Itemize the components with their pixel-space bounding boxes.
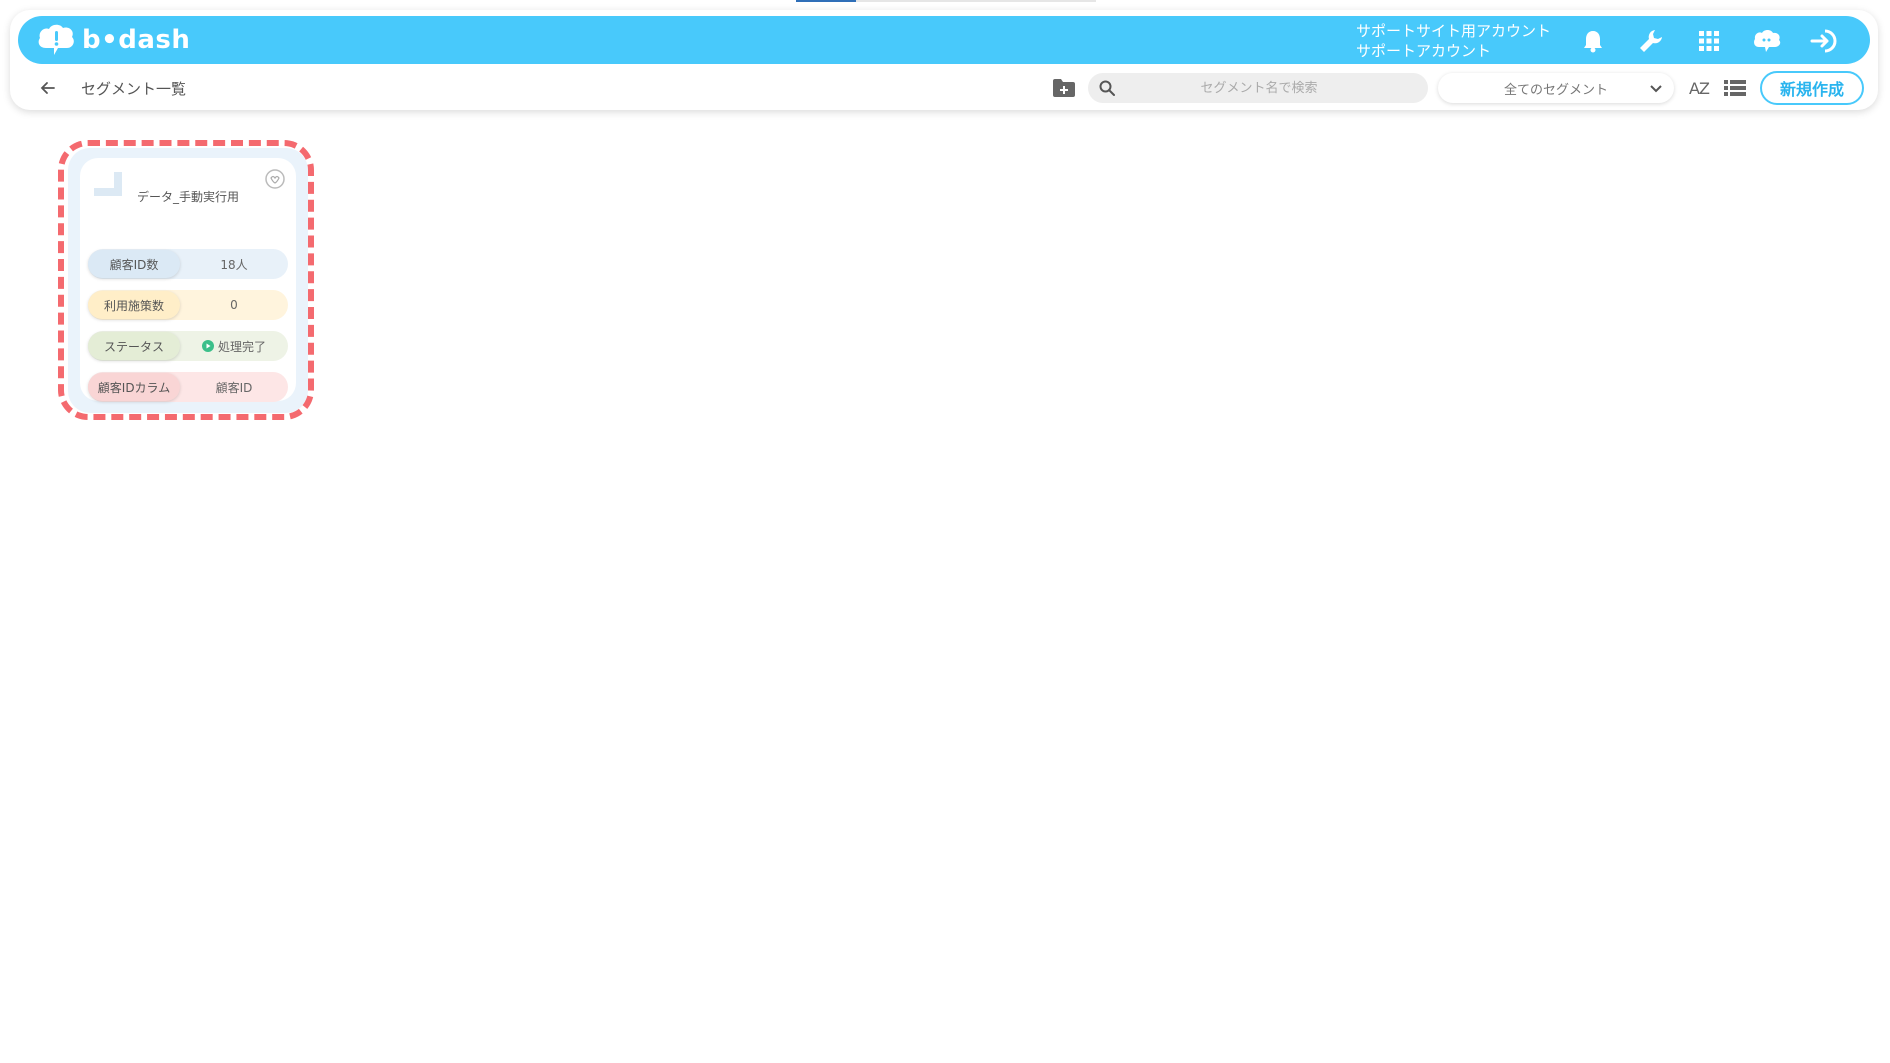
search-icon <box>1092 73 1122 103</box>
status-text: 処理完了 <box>217 339 266 354</box>
folder-plus-icon <box>1053 79 1075 97</box>
stat-row-usage-count: 利用施策数 0 <box>88 290 288 320</box>
list-view-button[interactable] <box>1720 74 1750 102</box>
apps-grid-icon[interactable] <box>1692 24 1726 58</box>
sort-az-button[interactable]: AZ <box>1684 74 1714 102</box>
segment-filter-select[interactable]: 全てのセグメント <box>1438 73 1674 103</box>
stat-label: 顧客IDカラム <box>88 373 180 401</box>
top-bar: b•dash サポートサイト用アカウント サポートアカウント <box>18 16 1870 64</box>
active-tab-indicator <box>796 0 856 2</box>
stat-value: 顧客ID <box>215 380 253 395</box>
play-status-icon <box>201 340 214 352</box>
top-tab-indicator <box>796 0 1096 2</box>
account-info[interactable]: サポートサイト用アカウント サポートアカウント <box>1356 21 1551 61</box>
stat-label: 顧客ID数 <box>88 250 180 278</box>
back-button[interactable] <box>36 76 60 100</box>
account-name: サポートサイト用アカウント <box>1356 22 1552 40</box>
arrow-left-icon <box>40 82 55 94</box>
logo-text: b•dash <box>82 25 191 55</box>
logo-cloud-icon <box>38 24 74 55</box>
list-view-icon <box>1724 80 1746 96</box>
stat-label: ステータス <box>88 332 180 360</box>
stat-row-customer-count: 顧客ID数 18人 <box>88 249 288 279</box>
stat-row-status: ステータス 処理完了 <box>88 331 288 361</box>
segment-card[interactable]: データ_手動実行用 顧客ID数 18人 利用施策数 0 ステータス 処理完了 顧… <box>68 148 308 413</box>
chat-cloud-icon[interactable] <box>1750 24 1784 58</box>
stat-value: 18人 <box>220 257 248 272</box>
segment-name: データ_手動実行用 <box>136 190 239 204</box>
sort-az-icon: AZ <box>1689 78 1710 98</box>
bell-icon[interactable] <box>1576 24 1610 58</box>
stat-value: 0 <box>230 298 238 312</box>
search-box <box>1088 73 1428 103</box>
sub-toolbar: セグメント一覧 全てのセグメント AZ 新規作成 <box>10 68 1878 108</box>
stat-value-status: 処理完了 <box>180 338 288 355</box>
new-folder-button[interactable] <box>1050 74 1078 102</box>
new-segment-button[interactable]: 新規作成 <box>1760 71 1864 105</box>
chevron-down-icon <box>1650 85 1662 93</box>
header-card: b•dash サポートサイト用アカウント サポートアカウント セグメント一覧 セ… <box>10 10 1878 110</box>
page-title: セグメント一覧 <box>81 80 187 98</box>
favorite-toggle-icon[interactable] <box>264 168 286 190</box>
stat-label: 利用施策数 <box>88 291 180 319</box>
filter-selected-value: 全てのセグメント <box>1503 82 1608 98</box>
logout-icon[interactable] <box>1808 24 1842 58</box>
account-role: サポートアカウント <box>1356 42 1492 60</box>
segment-card-body: データ_手動実行用 顧客ID数 18人 利用施策数 0 ステータス 処理完了 顧… <box>80 158 296 402</box>
logo[interactable]: b•dash <box>36 22 190 58</box>
top-icons <box>1576 24 1842 58</box>
stat-row-id-column: 顧客IDカラム 顧客ID <box>88 372 288 402</box>
search-input[interactable] <box>1122 79 1428 97</box>
wrench-icon[interactable] <box>1634 24 1668 58</box>
